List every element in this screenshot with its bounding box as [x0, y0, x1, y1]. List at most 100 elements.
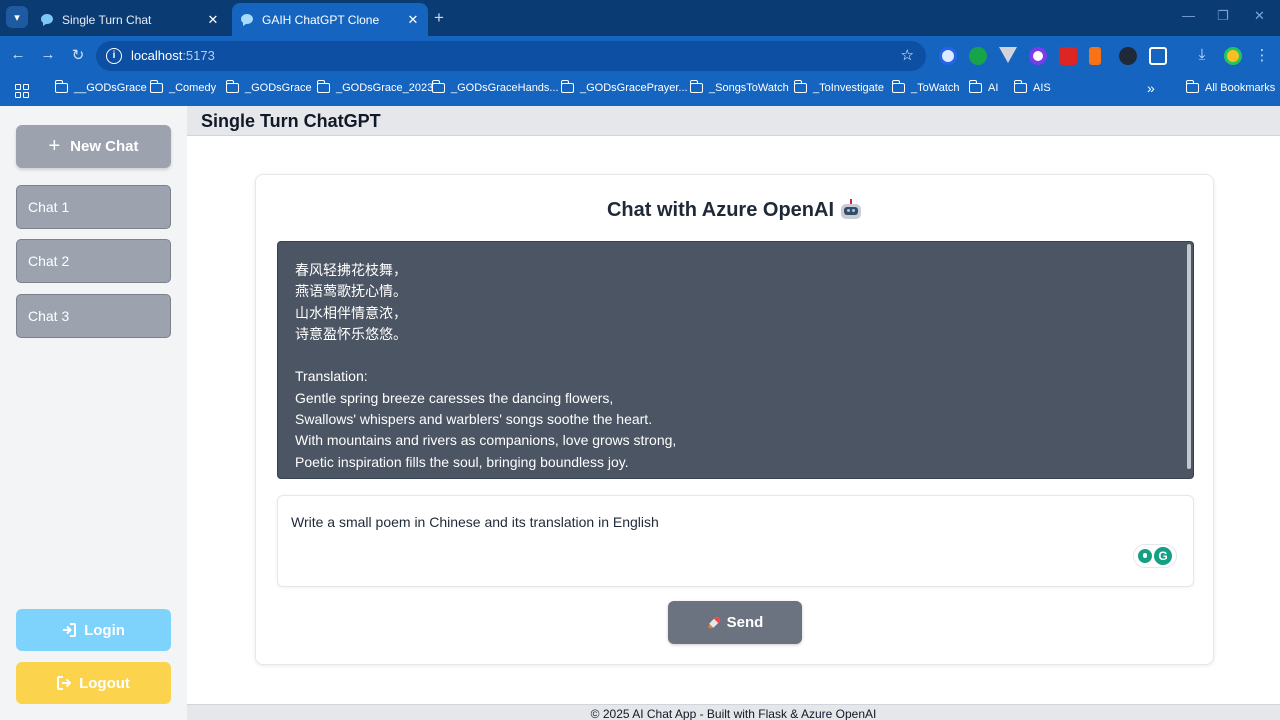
folder-icon: [225, 80, 239, 93]
response-line: 山水相伴情意浓，: [295, 304, 407, 321]
minimize-icon[interactable]: —: [1182, 8, 1195, 23]
bookmark-item[interactable]: _GODsGrace_2023: [316, 80, 434, 94]
response-line: Poetic inspiration fills the soul, bring…: [295, 453, 629, 470]
sidebar-item-chat-3[interactable]: Chat 3: [16, 294, 171, 338]
bookmark-label: AI: [988, 82, 999, 94]
bookmark-label: AIS: [1033, 82, 1051, 94]
tab-search-icon[interactable]: ▾: [6, 6, 28, 28]
response-line: Swallows' whispers and warblers' songs s…: [295, 411, 653, 428]
response-line: With mountains and rivers as companions,…: [295, 432, 677, 449]
window-close-icon[interactable]: ✕: [1254, 8, 1265, 24]
folder-icon: [968, 80, 982, 93]
bookmark-item[interactable]: _GODsGrace: [225, 80, 312, 94]
folder-icon: [149, 80, 163, 93]
response-line: 燕语莺歌抚心情。: [295, 283, 407, 300]
bookmark-item[interactable]: AIS: [1013, 80, 1051, 94]
bookmark-label: _Comedy: [169, 82, 217, 94]
new-tab-button[interactable]: +: [434, 8, 444, 28]
tab-gaih-chatgpt-clone[interactable]: GAIH ChatGPT Clone ✕: [232, 3, 428, 36]
send-label: Send: [726, 614, 764, 631]
tab-single-turn-chat[interactable]: Single Turn Chat ✕: [32, 3, 228, 36]
url-text: localhost:5173: [131, 48, 215, 63]
new-chat-label: New Chat: [70, 138, 139, 155]
bookmark-item[interactable]: _SongsToWatch: [689, 80, 789, 94]
sidebar-item-chat-2[interactable]: Chat 2: [16, 239, 171, 283]
chat-bubble-icon: [241, 13, 253, 26]
chat-card: Chat with Azure OpenAI 春风轻拂花枝舞， 燕语莺歌抚心情。…: [255, 174, 1214, 665]
logout-button[interactable]: Logout: [16, 662, 171, 704]
response-line: 春风轻拂花枝舞，: [295, 262, 407, 278]
apps-grid-icon[interactable]: [15, 84, 29, 98]
new-chat-button[interactable]: + New Chat: [16, 125, 171, 168]
folder-icon: [54, 80, 68, 93]
close-icon[interactable]: ✕: [206, 12, 220, 28]
sidebar: + New Chat Chat 1 Chat 2 Chat 3 Login Lo…: [0, 106, 187, 720]
login-button[interactable]: Login: [16, 609, 171, 651]
sign-in-icon: [63, 623, 77, 637]
browser-tabstrip: ▾ Single Turn Chat ✕ GAIH ChatGPT Clone …: [0, 0, 1280, 36]
send-button[interactable]: Send: [668, 601, 802, 644]
plus-icon: +: [48, 135, 61, 157]
bookmark-label: _GODsGrace_2023: [336, 82, 434, 94]
extension-icon[interactable]: [1089, 47, 1101, 65]
browser-toolbar: ← → ↻ i localhost:5173 ☆ ⤓ ⋮: [0, 36, 1280, 76]
bookmark-label: _GODsGrace: [245, 82, 312, 94]
forward-icon[interactable]: →: [38, 46, 58, 63]
folder-icon: [793, 80, 807, 93]
response-line: Gentle spring breeze caresses the dancin…: [295, 389, 614, 406]
site-info-icon[interactable]: i: [106, 48, 122, 64]
folder-icon: [689, 80, 703, 93]
rocket-icon: [704, 613, 724, 633]
bookmark-item[interactable]: __GODsGrace: [54, 80, 147, 94]
menu-icon[interactable]: ⋮: [1252, 46, 1272, 64]
extension-icon[interactable]: [1029, 47, 1047, 65]
all-bookmarks[interactable]: All Bookmarks: [1185, 80, 1276, 94]
tab-title: Single Turn Chat: [62, 12, 152, 27]
bookmark-item[interactable]: _GODsGraceHands...: [431, 80, 559, 94]
bookmark-label: __GODsGrace: [74, 82, 147, 94]
response-panel: 春风轻拂花枝舞， 燕语莺歌抚心情。 山水相伴情意浓， 诗意盈怀乐悠悠。 Tran…: [277, 241, 1194, 479]
reload-icon[interactable]: ↻: [68, 46, 88, 64]
close-icon[interactable]: ✕: [406, 12, 420, 28]
bookmark-item[interactable]: _ToWatch: [891, 80, 960, 94]
bookmark-star-icon[interactable]: ☆: [901, 46, 914, 64]
chat-title: Chat with Azure OpenAI: [256, 199, 1213, 222]
extension-icon[interactable]: [939, 47, 957, 65]
bookmark-item[interactable]: _ToInvestigate: [793, 80, 884, 94]
extensions-puzzle-icon[interactable]: [1149, 47, 1167, 65]
bookmarks-overflow-button[interactable]: »: [1147, 80, 1155, 96]
sidebar-item-chat-1[interactable]: Chat 1: [16, 185, 171, 229]
extension-icon[interactable]: [1059, 47, 1077, 65]
extension-icon[interactable]: [1119, 47, 1137, 65]
login-label: Login: [84, 621, 125, 639]
back-icon[interactable]: ←: [8, 46, 28, 63]
folder-icon: [1013, 80, 1027, 93]
address-bar[interactable]: i localhost:5173 ☆: [96, 41, 926, 71]
profile-avatar[interactable]: [1224, 47, 1242, 65]
sign-out-icon: [57, 676, 72, 690]
bookmark-label: _ToWatch: [911, 82, 960, 94]
bookmark-label: _ToInvestigate: [813, 82, 884, 94]
bookmark-item[interactable]: _Comedy: [149, 80, 217, 94]
bookmark-item[interactable]: _GODsGracePrayer...: [560, 80, 688, 94]
lightbulb-icon[interactable]: [1138, 549, 1152, 563]
folder-icon: [560, 80, 574, 93]
grammarly-widget[interactable]: G: [1133, 544, 1177, 568]
prompt-input[interactable]: Write a small poem in Chinese and its tr…: [277, 495, 1194, 587]
bookmark-item[interactable]: AI: [968, 80, 999, 94]
folder-icon: [431, 80, 445, 93]
download-icon[interactable]: ⤓: [1192, 46, 1212, 63]
prompt-text[interactable]: Write a small poem in Chinese and its tr…: [291, 514, 659, 530]
vue-devtools-icon[interactable]: [999, 47, 1017, 63]
response-scrollbar[interactable]: [1187, 244, 1191, 469]
bookmark-label: _GODsGracePrayer...: [580, 82, 688, 94]
grammarly-icon[interactable]: G: [1154, 547, 1172, 565]
bookmark-label: All Bookmarks: [1205, 82, 1276, 94]
chat-bubble-icon: [41, 13, 53, 26]
restore-icon[interactable]: ❐: [1217, 8, 1229, 24]
bookmark-label: _GODsGraceHands...: [451, 82, 559, 94]
grammarly-extension-icon[interactable]: [969, 47, 987, 65]
bookmarks-bar: __GODsGrace _Comedy _GODsGrace _GODsGrac…: [0, 76, 1280, 106]
response-line: 诗意盈怀乐悠悠。: [295, 325, 407, 342]
tab-title: GAIH ChatGPT Clone: [262, 12, 380, 27]
